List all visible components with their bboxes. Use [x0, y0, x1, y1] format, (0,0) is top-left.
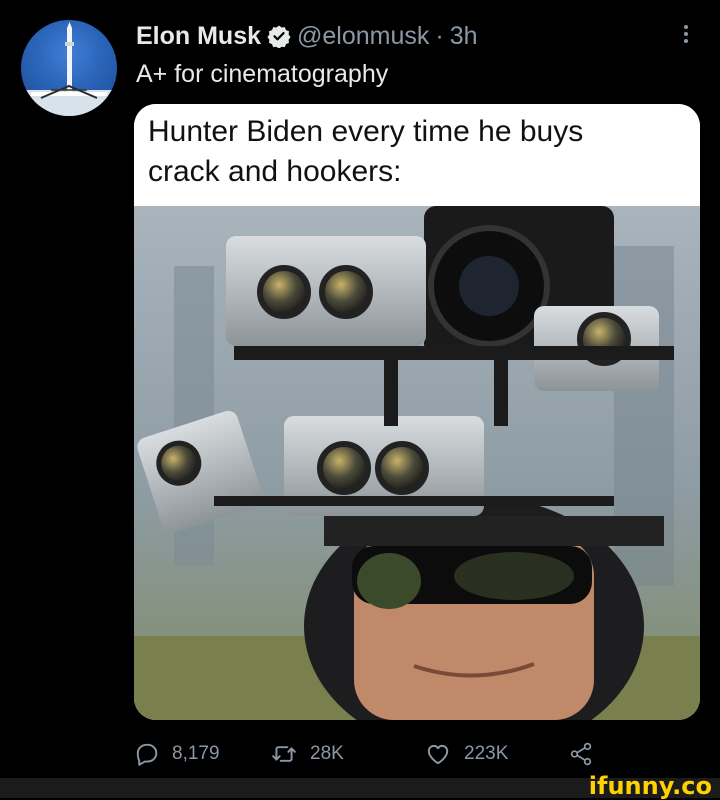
tweet-header: Elon Musk @elonmusk · 3h — [136, 20, 478, 52]
tweet[interactable]: Elon Musk @elonmusk · 3h A+ for cinemato… — [0, 0, 720, 778]
meme-photo — [134, 206, 700, 720]
rocket-launch-avatar-image — [21, 22, 117, 116]
retweet-button[interactable]: 28K — [270, 734, 344, 774]
author-handle[interactable]: @elonmusk — [297, 22, 429, 51]
tweet-text: A+ for cinematography — [136, 60, 389, 88]
meme-caption: Hunter Biden every time he buys crack an… — [134, 104, 700, 206]
timestamp[interactable]: 3h — [450, 22, 478, 51]
author-name[interactable]: Elon Musk — [136, 22, 261, 51]
retweet-count: 28K — [310, 743, 344, 764]
tweet-actions: 8,179 28K 223K — [134, 734, 700, 774]
reply-icon — [136, 743, 158, 766]
reply-count: 8,179 — [172, 743, 220, 764]
share-icon — [570, 742, 592, 766]
separator-dot: · — [435, 21, 444, 50]
tweet-media[interactable]: Hunter Biden every time he buys crack an… — [134, 104, 700, 720]
reply-button[interactable]: 8,179 — [134, 734, 220, 774]
avatar[interactable] — [21, 20, 117, 116]
verified-badge-icon — [267, 24, 291, 49]
heart-icon — [427, 744, 449, 765]
meme-caption-line-2: crack and hookers: — [148, 155, 402, 188]
retweet-icon — [272, 746, 296, 762]
more-options-icon[interactable] — [676, 20, 696, 50]
share-button[interactable] — [568, 734, 606, 774]
meme-caption-line-1: Hunter Biden every time he buys — [148, 115, 584, 148]
like-count: 223K — [464, 743, 509, 764]
like-button[interactable]: 223K — [424, 734, 508, 774]
ifunny-watermark: ifunny.co — [588, 772, 712, 800]
